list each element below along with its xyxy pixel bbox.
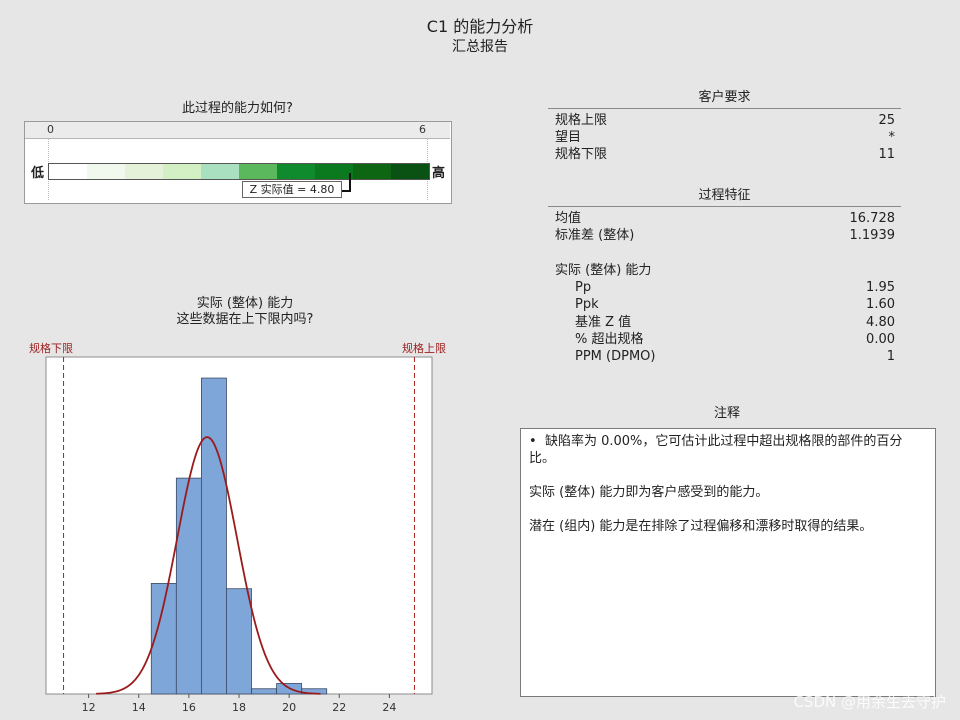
x-tick-label: 12 <box>82 701 96 714</box>
notes-line1: 缺陷率为 0.00%，它可估计此过程中超出规格限的部件的百分 <box>544 434 903 449</box>
x-tick-label: 24 <box>382 701 396 714</box>
notes-line4: 潜在 (组内) 能力是在排除了过程偏移和漂移时取得的结果。 <box>529 519 873 534</box>
x-tick-label: 16 <box>182 701 196 714</box>
histogram-bar <box>175 477 202 695</box>
bullet-icon: • <box>529 434 537 449</box>
notes-panel: • 缺陷率为 0.00%，它可估计此过程中超出规格限的部件的百分 比。 实际 (… <box>520 428 936 697</box>
watermark: CSDN @用余生去守护 <box>793 693 946 711</box>
x-tick-label: 18 <box>232 701 246 714</box>
notes-line2: 比。 <box>529 451 556 466</box>
x-tick-label: 20 <box>282 701 296 714</box>
notes-title: 注释 <box>713 406 740 421</box>
histogram-bar <box>201 377 227 695</box>
notes-bullet-line: • 缺陷率为 0.00%，它可估计此过程中超出规格限的部件的百分 <box>529 433 927 450</box>
x-tick-label: 14 <box>132 701 146 714</box>
notes-line3: 实际 (整体) 能力即为客户感受到的能力。 <box>529 485 769 500</box>
x-tick-label: 22 <box>332 701 346 714</box>
histogram-bar <box>251 688 277 695</box>
histogram-bar <box>226 588 252 695</box>
